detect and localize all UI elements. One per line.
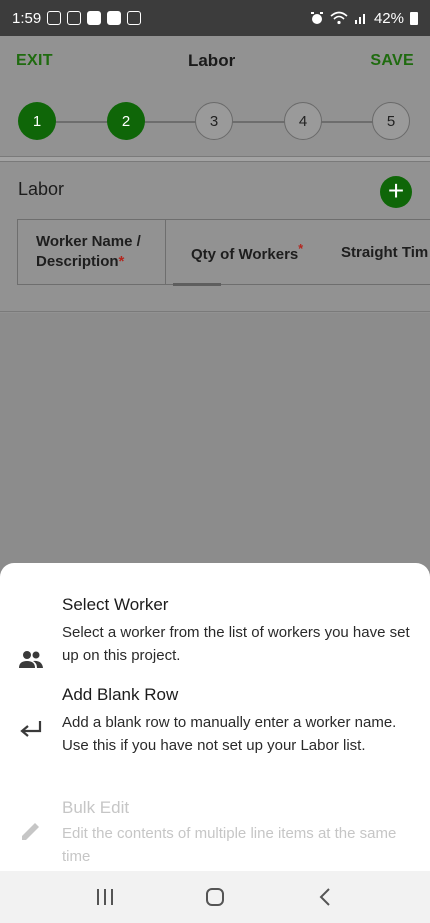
option-description: Edit the contents of multiple line items… [62,825,397,865]
home-button[interactable] [200,884,230,910]
option-title: Select Worker [62,595,169,614]
step-4[interactable]: 4 [284,102,322,140]
recents-icon [97,889,113,905]
required-mark: * [118,253,125,270]
top-header: EXIT Labor SAVE [0,36,430,86]
battery-percent: 42% [373,9,404,27]
option-description: Select a worker from the list of workers… [62,624,410,664]
page-title: Labor [187,51,236,70]
column-label: Qty of Workers [191,245,299,263]
status-left: 1:59 [12,9,142,27]
column-header-worker-name[interactable]: Worker Name / Description* [18,220,166,284]
option-add-blank-row[interactable]: Add Blank Row Add a blank row to manuall… [0,685,430,795]
column-label: Straight Tim [341,243,429,261]
app-content: EXIT Labor SAVE 1 2 3 4 5 Labor + Worker… [0,36,430,313]
option-description: Add a blank row to manually enter a work… [62,714,397,754]
status-right: 42% [310,10,418,27]
status-time: 1:59 [12,9,42,27]
step-5[interactable]: 5 [372,102,410,140]
plus-icon: + [387,175,405,206]
section-title: Labor [18,179,65,199]
calendar-icon [47,11,62,25]
table-header: Worker Name / Description* Qty of Worker… [17,219,430,286]
wifi-icon [330,11,348,25]
option-title: Add Blank Row [62,685,179,704]
alarm-icon [310,12,323,24]
add-row-button[interactable]: + [380,176,412,208]
battery-icon [410,11,418,25]
back-button[interactable] [310,884,340,910]
step-3[interactable]: 3 [195,102,233,140]
enter-arrow-icon [20,721,42,737]
pencil-icon [22,823,39,840]
message-icon [67,11,82,25]
image-icon [107,11,122,25]
save-button[interactable]: SAVE [370,52,414,70]
required-mark: * [298,241,304,256]
step-2[interactable]: 2 [107,102,145,140]
column-header-straight-time[interactable]: Straight Tim [341,220,428,284]
status-bar: 1:59 42% [0,0,430,36]
system-nav-bar [0,871,430,923]
exit-button[interactable]: EXIT [16,52,53,70]
option-bulk-edit: Bulk Edit Edit the contents of multiple … [0,798,430,868]
column-label: Worker Name / Description [36,233,141,270]
section-divider [0,156,430,162]
horizontal-scroll-indicator[interactable] [173,283,221,286]
home-icon [206,888,224,906]
signal-icon [354,14,365,24]
notification-icon [87,11,102,25]
column-header-qty-workers[interactable]: Qty of Workers* [166,220,341,286]
step-1[interactable]: 1 [18,102,56,140]
recents-button[interactable] [90,884,120,910]
bottom-sheet: Select Worker Select a worker from the l… [0,563,430,871]
stepper: 1 2 3 4 5 [0,86,430,156]
option-title: Bulk Edit [62,798,130,817]
people-icon [19,651,43,668]
back-icon [319,888,330,906]
content-divider [0,311,430,312]
news-icon [127,11,142,25]
